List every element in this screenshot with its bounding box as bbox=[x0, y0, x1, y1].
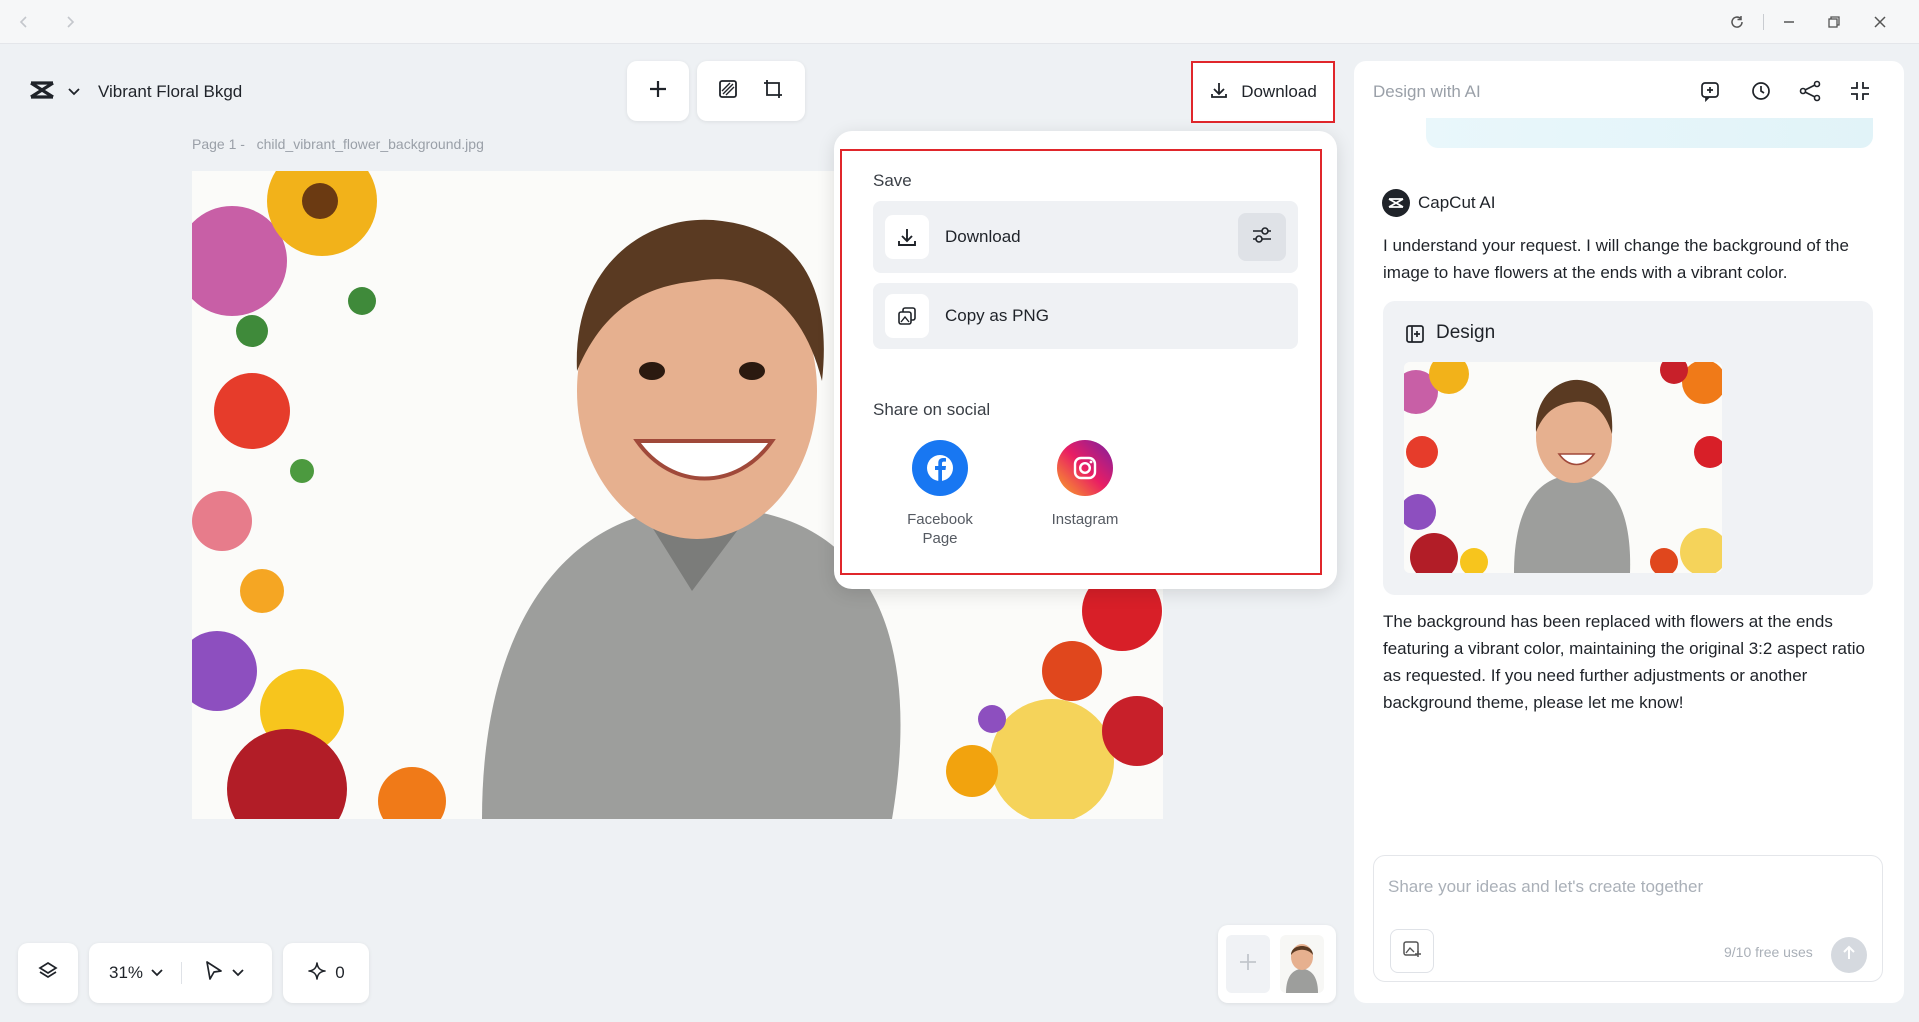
design-thumbnail-image bbox=[1404, 362, 1722, 573]
resize-icon[interactable] bbox=[762, 78, 784, 105]
pointer-tool-icon[interactable] bbox=[204, 960, 224, 987]
zoom-level[interactable]: 31% bbox=[109, 963, 143, 983]
window-titlebar bbox=[0, 0, 1919, 44]
collapse-icon[interactable] bbox=[1847, 78, 1873, 104]
restore-icon[interactable] bbox=[1822, 10, 1846, 34]
zoom-chevron-down-icon[interactable] bbox=[151, 964, 163, 982]
zoom-controls: 31% bbox=[89, 943, 272, 1003]
ai-credits-count: 0 bbox=[335, 963, 345, 982]
instagram-share[interactable]: Instagram bbox=[1025, 440, 1145, 529]
history-icon[interactable] bbox=[1748, 78, 1774, 104]
page-thumbnail-image bbox=[1280, 935, 1324, 993]
image-upload-icon bbox=[1402, 939, 1422, 964]
save-section-label: Save bbox=[873, 171, 912, 190]
sparkle-icon bbox=[307, 961, 327, 986]
page-thumbnail[interactable] bbox=[1280, 935, 1324, 993]
add-page-plus-icon bbox=[1237, 951, 1259, 978]
new-chat-icon[interactable] bbox=[1697, 78, 1723, 104]
add-button[interactable] bbox=[627, 61, 689, 121]
capcut-ai-avatar-icon bbox=[1382, 189, 1410, 217]
free-uses-counter: 9/10 free uses bbox=[1724, 944, 1813, 960]
page-label: Page 1 - child_vibrant_flower_background… bbox=[192, 136, 484, 152]
pages-strip bbox=[1218, 925, 1336, 1003]
upload-image-button[interactable] bbox=[1390, 929, 1434, 973]
ai-message-1: I understand your request. I will change… bbox=[1383, 236, 1849, 282]
share-icon[interactable] bbox=[1797, 78, 1823, 104]
download-icon bbox=[1209, 80, 1229, 105]
back-icon[interactable] bbox=[12, 10, 36, 34]
page-number: Page 1 - bbox=[192, 136, 245, 152]
titlebar-divider bbox=[1763, 14, 1764, 30]
assistant-name: CapCut AI bbox=[1418, 193, 1496, 212]
edit-tools-group bbox=[697, 61, 805, 121]
ai-message-2: The background has been replaced with fl… bbox=[1383, 612, 1865, 712]
file-name: child_vibrant_flower_background.jpg bbox=[256, 136, 484, 152]
copy-image-icon bbox=[885, 294, 929, 338]
minimize-icon[interactable] bbox=[1777, 10, 1801, 34]
user-message-bubble bbox=[1426, 118, 1873, 148]
close-icon[interactable] bbox=[1868, 10, 1892, 34]
send-button[interactable] bbox=[1831, 937, 1867, 973]
refresh-icon[interactable] bbox=[1725, 10, 1749, 34]
design-thumbnail[interactable] bbox=[1404, 362, 1722, 573]
pointer-chevron-down-icon[interactable] bbox=[232, 964, 244, 982]
design-card-title: Design bbox=[1436, 322, 1496, 343]
export-settings-button[interactable] bbox=[1238, 213, 1286, 261]
plus-icon bbox=[648, 79, 668, 104]
copy-as-png-option[interactable]: Copy as PNG bbox=[873, 283, 1298, 349]
download-button-label: Download bbox=[1241, 82, 1317, 101]
forward-icon[interactable] bbox=[58, 10, 82, 34]
download-option[interactable]: Download bbox=[873, 201, 1298, 273]
instagram-label: Instagram bbox=[1051, 511, 1119, 528]
toolbar-divider bbox=[181, 962, 183, 984]
layers-icon bbox=[37, 960, 59, 987]
download-option-label: Download bbox=[945, 227, 1021, 246]
facebook-icon bbox=[912, 440, 968, 496]
copy-as-png-label: Copy as PNG bbox=[945, 306, 1049, 325]
instagram-icon bbox=[1057, 440, 1113, 496]
chevron-down-icon bbox=[68, 83, 80, 101]
arrow-up-icon bbox=[1842, 945, 1856, 966]
add-page-button[interactable] bbox=[1226, 935, 1270, 993]
project-title: Vibrant Floral Bkgd bbox=[98, 82, 243, 101]
prompt-input[interactable] bbox=[1388, 874, 1858, 900]
download-option-icon bbox=[885, 215, 929, 259]
sliders-icon bbox=[1251, 225, 1273, 250]
project-menu[interactable]: Vibrant Floral Bkgd bbox=[18, 66, 280, 118]
facebook-label: Facebook Page bbox=[907, 511, 973, 547]
layers-button[interactable] bbox=[18, 943, 78, 1003]
ai-credits-button[interactable]: 0 bbox=[283, 943, 369, 1003]
facebook-share[interactable]: Facebook Page bbox=[880, 440, 1000, 548]
download-button[interactable]: Download bbox=[1191, 61, 1335, 123]
capcut-logo-icon bbox=[28, 79, 56, 106]
design-icon bbox=[1405, 324, 1425, 349]
background-remove-icon[interactable] bbox=[718, 79, 738, 104]
share-section-label: Share on social bbox=[873, 400, 991, 419]
ai-panel-title: Design with AI bbox=[1373, 82, 1481, 101]
